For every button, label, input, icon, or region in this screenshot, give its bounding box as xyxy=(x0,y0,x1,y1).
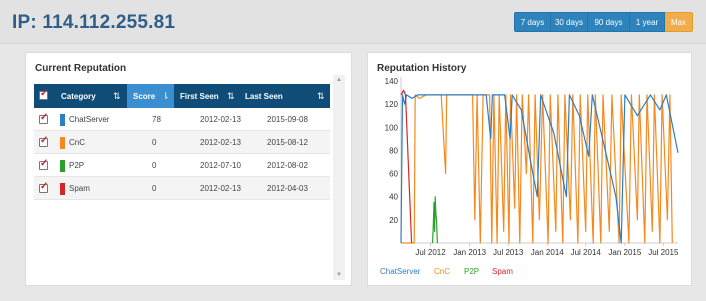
first-seen-cell: 2012-02-13 xyxy=(200,184,241,193)
range-button-90-days[interactable]: 90 days xyxy=(588,12,630,32)
range-button-7-days[interactable]: 7 days xyxy=(514,12,551,32)
row-checkbox[interactable] xyxy=(39,135,48,147)
x-tick-label: Jan 2013 xyxy=(453,248,486,257)
y-tick-label: 60 xyxy=(389,170,398,179)
row-checkbox[interactable] xyxy=(39,158,48,170)
table-row[interactable]: Spam 0 2012-02-13 2012-04-03 xyxy=(34,177,330,200)
range-button-30-days[interactable]: 30 days xyxy=(551,12,588,32)
column-label: First Seen xyxy=(180,91,219,101)
category-cell: Spam xyxy=(69,184,90,193)
row-checkbox[interactable] xyxy=(39,112,48,124)
time-range-selector: 7 days 30 days 90 days 1 year Max xyxy=(514,12,693,32)
series-color-swatch xyxy=(60,160,65,172)
legend-item-p2p[interactable]: P2P xyxy=(464,267,479,276)
x-tick-label: Jul 2012 xyxy=(415,248,446,257)
first-seen-cell: 2012-07-10 xyxy=(200,161,241,170)
table-header: Category ⇅ Score ⇂ First Seen ⇅ Last See… xyxy=(34,84,330,108)
category-cell: ChatServer xyxy=(69,115,110,124)
scroll-down-arrow-icon[interactable]: ▼ xyxy=(333,270,345,280)
score-cell: 0 xyxy=(152,138,157,147)
sort-icon[interactable]: ⇅ xyxy=(227,91,235,101)
legend-item-cnc[interactable]: CnC xyxy=(434,267,450,276)
score-cell: 0 xyxy=(152,161,157,170)
first-seen-cell: 2012-02-13 xyxy=(200,115,241,124)
first-seen-cell: 2012-02-13 xyxy=(200,138,241,147)
series-color-swatch xyxy=(60,183,65,195)
sort-desc-icon[interactable]: ⇂ xyxy=(162,91,170,101)
y-tick-label: 100 xyxy=(385,123,399,132)
sort-icon[interactable]: ⇅ xyxy=(113,91,121,101)
last-seen-cell: 2015-09-08 xyxy=(267,115,308,124)
last-seen-cell: 2012-04-03 xyxy=(267,184,308,193)
row-checkbox[interactable] xyxy=(39,181,48,193)
score-cell: 0 xyxy=(152,184,157,193)
x-tick-label: Jul 2015 xyxy=(648,248,679,257)
table-scrollbar[interactable]: ▲ ▼ xyxy=(333,75,345,280)
column-label: Last Seen xyxy=(245,91,283,101)
x-tick-label: Jan 2015 xyxy=(608,248,641,257)
x-tick-label: Jul 2014 xyxy=(571,248,602,257)
legend-item-spam[interactable]: Spam xyxy=(492,267,513,276)
sort-icon[interactable]: ⇅ xyxy=(317,91,325,101)
legend-item-chatserver[interactable]: ChatServer xyxy=(380,267,420,276)
last-seen-cell: 2012-08-02 xyxy=(267,161,308,170)
reputation-history-panel: Reputation History 20 40 60 80 100 120 140 Jul … xyxy=(367,52,692,286)
category-cell: CnC xyxy=(69,138,86,147)
column-label: Score xyxy=(133,91,156,101)
y-tick-label: 140 xyxy=(385,77,399,86)
y-tick-label: 40 xyxy=(389,193,398,202)
series-color-swatch xyxy=(60,137,65,149)
current-reputation-panel: Current Reputation Category ⇅ Score ⇂ Fi… xyxy=(25,52,352,286)
last-seen-cell: 2015-08-12 xyxy=(267,138,308,147)
scroll-up-arrow-icon[interactable]: ▲ xyxy=(333,75,345,85)
y-tick-label: 20 xyxy=(389,216,398,225)
select-all-checkbox[interactable] xyxy=(39,88,48,100)
score-cell: 78 xyxy=(152,115,161,124)
range-button-1-year[interactable]: 1 year xyxy=(630,12,665,32)
top-bar: IP: 114.112.255.81 7 days 30 days 90 day… xyxy=(0,0,706,44)
series-color-swatch xyxy=(60,114,65,126)
table-row[interactable]: ChatServer 78 2012-02-13 2015-09-08 xyxy=(34,108,330,131)
y-tick-label: 120 xyxy=(385,100,399,109)
range-button-max[interactable]: Max xyxy=(665,12,693,32)
series-line-cnc xyxy=(401,94,673,244)
panel-title: Current Reputation xyxy=(35,63,127,74)
series-line-p2p xyxy=(431,196,438,244)
y-tick-label: 80 xyxy=(389,146,398,155)
column-label: Category xyxy=(61,91,96,101)
x-tick-label: Jan 2014 xyxy=(531,248,564,257)
reputation-history-chart: 20 40 60 80 100 120 140 Jul 2012 Jan 2013 Jul 201… xyxy=(385,77,679,257)
x-tick-label: Jul 2013 xyxy=(493,248,524,257)
table-row[interactable]: CnC 0 2012-02-13 2015-08-12 xyxy=(34,131,330,154)
page-title: IP: 114.112.255.81 xyxy=(12,12,176,33)
category-cell: P2P xyxy=(69,161,85,170)
table-row[interactable]: P2P 0 2012-07-10 2012-08-02 xyxy=(34,154,330,177)
